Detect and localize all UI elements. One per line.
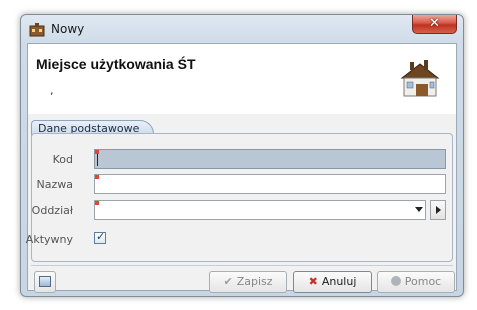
oddzial-label: Oddział <box>31 204 73 217</box>
house-icon <box>400 60 440 97</box>
panel-toggle-button[interactable] <box>34 271 56 293</box>
oddzial-combobox[interactable] <box>94 200 426 220</box>
building-icon <box>29 23 45 37</box>
required-marker <box>95 175 99 179</box>
page-title: Miejsce użytkowania ŚT <box>36 56 196 72</box>
nazwa-input[interactable] <box>95 175 445 193</box>
panel-icon <box>39 276 51 287</box>
oddzial-details-button[interactable] <box>430 200 446 220</box>
required-marker <box>95 201 99 205</box>
nazwa-row: Nazwa <box>32 174 452 196</box>
text-caret <box>97 154 98 166</box>
close-icon: ✕ <box>429 16 440 31</box>
help-button[interactable]: Pomoc <box>377 271 455 293</box>
cancel-label: Anuluj <box>321 275 357 288</box>
dialog-client: Miejsce użytkowania ŚT , Dane podstawowe… <box>26 43 457 293</box>
nazwa-field[interactable] <box>94 174 446 194</box>
aktywny-label: Aktywny <box>25 233 73 246</box>
kod-field[interactable] <box>94 149 446 169</box>
header-area: Miejsce użytkowania ŚT , <box>28 44 456 114</box>
help-label: Pomoc <box>404 275 442 288</box>
group-dane-podstawowe: Kod Nazwa Oddział Aktywny ✓ <box>26 133 453 262</box>
page-subtitle: , <box>50 84 54 97</box>
window-title: Nowy <box>51 22 85 36</box>
save-label: Zapisz <box>236 275 273 288</box>
kod-row: Kod <box>32 149 452 171</box>
aktywny-row: Aktywny <box>26 229 452 251</box>
cancel-icon: ✖ <box>308 275 318 288</box>
aktywny-checkbox[interactable] <box>94 230 106 244</box>
cancel-button[interactable]: ✖ Anuluj <box>293 271 372 293</box>
kod-label: Kod <box>52 153 73 166</box>
close-button[interactable]: ✕ <box>412 15 457 34</box>
title-bar[interactable]: Nowy ✕ <box>21 15 463 43</box>
kod-input[interactable] <box>95 150 445 168</box>
oddzial-row: Oddział <box>32 200 452 222</box>
footer-divider <box>31 265 453 266</box>
check-icon: ✔ <box>223 275 233 288</box>
dialog-window: Nowy ✕ Miejsce użytkowania ŚT , Dane pod… <box>20 14 464 297</box>
chevron-down-icon[interactable] <box>415 207 423 212</box>
help-icon <box>390 276 401 286</box>
nazwa-label: Nazwa <box>36 178 73 191</box>
save-button[interactable]: ✔ Zapisz <box>209 271 287 293</box>
